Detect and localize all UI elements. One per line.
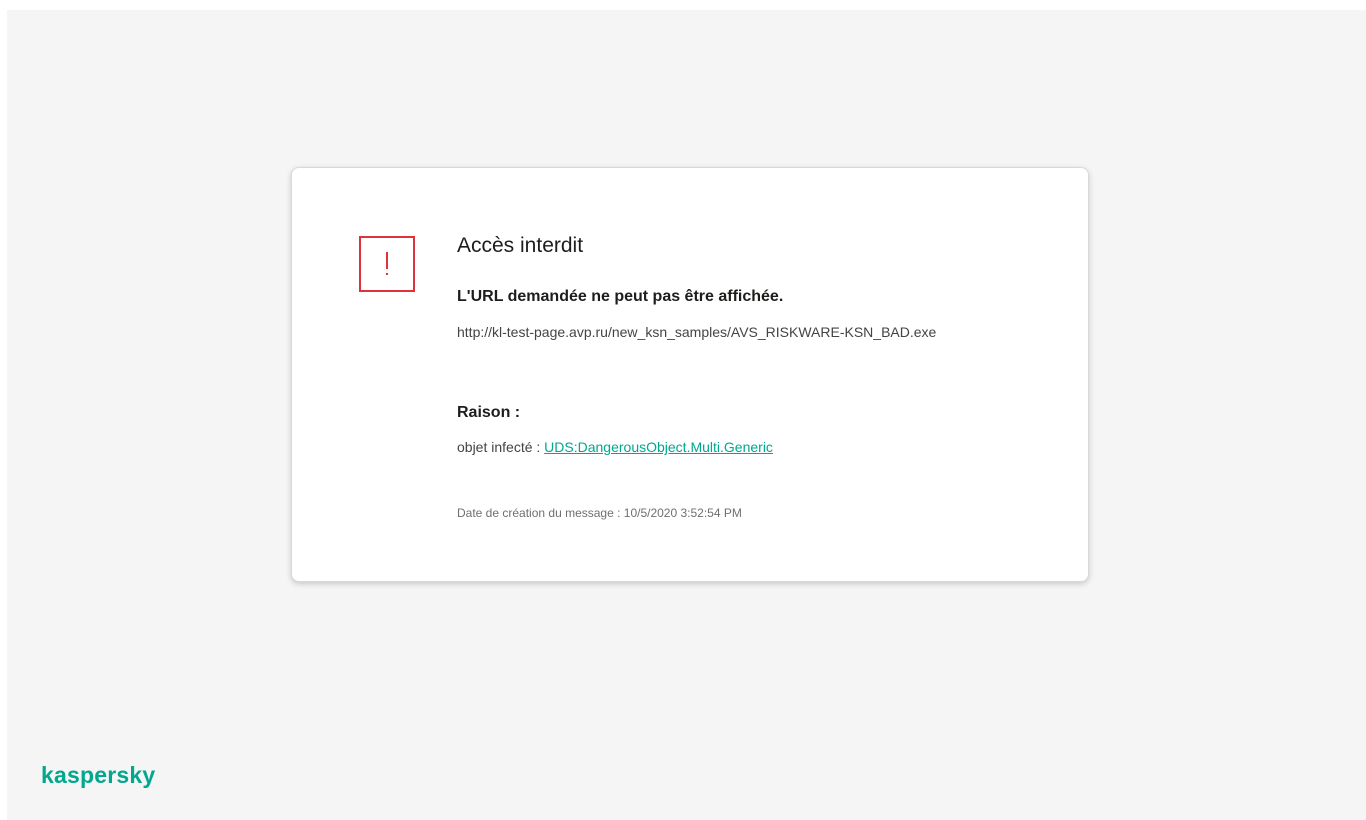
message-date: Date de création du message : 10/5/2020 …: [457, 506, 742, 520]
page-title: Accès interdit: [457, 234, 584, 257]
kaspersky-logo: kaspersky: [41, 762, 156, 788]
blocked-url-heading: L'URL demandée ne peut pas être affichée…: [457, 288, 784, 305]
threat-name-link[interactable]: UDS:DangerousObject.Multi.Generic: [544, 439, 773, 455]
exclamation-warning-icon: [359, 236, 415, 292]
reason-line: objet infecté : UDS:DangerousObject.Mult…: [457, 439, 773, 455]
reason-prefix: objet infecté :: [457, 439, 545, 455]
blocked-page-card: Accès interdit L'URL demandée ne peut pa…: [291, 167, 1089, 582]
page-background: Accès interdit L'URL demandée ne peut pa…: [7, 10, 1366, 820]
reason-label: Raison :: [457, 404, 521, 421]
blocked-url: http://kl-test-page.avp.ru/new_ksn_sampl…: [457, 324, 937, 340]
